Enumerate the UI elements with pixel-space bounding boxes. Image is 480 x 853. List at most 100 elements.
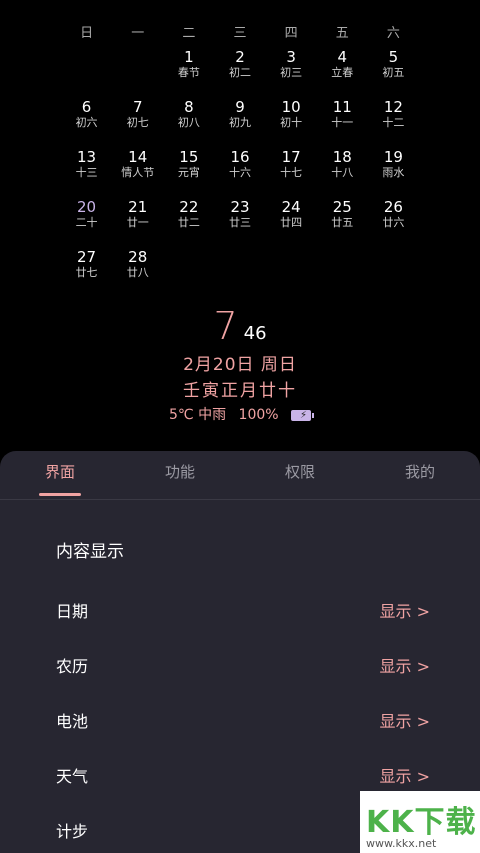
lunar-day: 十三 [75, 166, 98, 179]
weekday-label: 五 [335, 26, 349, 41]
setting-label: 日期 [56, 602, 89, 621]
calendar-day[interactable]: 14 情人节 [112, 148, 163, 198]
calendar-day[interactable]: 23 廿三 [214, 198, 265, 248]
calendar-day[interactable]: 2 初二 [214, 48, 265, 98]
calendar-day[interactable]: 7 初七 [112, 98, 163, 148]
setting-value[interactable]: 显示 > [380, 763, 431, 787]
lunar-day: 初八 [177, 116, 200, 129]
day-number: 1 [184, 48, 194, 66]
day-number: 22 [179, 198, 199, 216]
lunar-day: 廿八 [126, 266, 149, 279]
lunar-day: 初九 [228, 116, 251, 129]
calendar-day[interactable]: 10 初十 [266, 98, 317, 148]
lunar-day: 廿五 [331, 216, 354, 229]
lunar-day: 元宵 [177, 166, 200, 179]
day-number: 9 [235, 98, 245, 116]
clock-hour: 7 [213, 304, 238, 348]
lunar-day: 二十 [75, 216, 98, 229]
lunar-day: 初五 [382, 66, 405, 79]
setting-row-date[interactable]: 日期 显示 > [56, 595, 430, 625]
calendar-day[interactable]: 9 初九 [214, 98, 265, 148]
calendar-day[interactable]: 15 元宵 [163, 148, 214, 198]
weekday-label: 日 [80, 26, 94, 41]
setting-label: 计步 [56, 822, 89, 841]
tab-permissions[interactable]: 权限 [240, 451, 360, 499]
day-number: 2 [235, 48, 245, 66]
watermark: KK下载 www.kkx.net [360, 791, 480, 853]
lunar-day: 初十 [280, 116, 303, 129]
calendar-day[interactable]: 24 廿四 [266, 198, 317, 248]
day-number: 18 [332, 148, 352, 166]
calendar-day[interactable]: 11 十一 [317, 98, 368, 148]
calendar-day[interactable]: 21 廿一 [112, 198, 163, 248]
watermark-url: www.kkx.net [366, 837, 437, 850]
date-line: 2月20日 周日 [183, 355, 297, 375]
lunar-day: 十八 [331, 166, 354, 179]
calendar-day[interactable]: 19 雨水 [368, 148, 419, 198]
day-number: 13 [77, 148, 97, 166]
calendar-day[interactable]: 27 廿七 [61, 248, 112, 298]
calendar-day[interactable]: 28 廿八 [112, 248, 163, 298]
weekday-label: 三 [233, 26, 247, 41]
day-number: 17 [281, 148, 301, 166]
calendar-day[interactable]: 5 初五 [368, 48, 419, 98]
calendar-grid: 1 春节 2 初二 3 初三 4 立春 5 初五 6 初六 7 初七 8 初八 9 初九 10 初十 11 十一 12 十二 1… [0, 48, 480, 298]
calendar-day[interactable]: 25 廿五 [317, 198, 368, 248]
day-number: 7 [132, 98, 143, 116]
lunar-day: 廿六 [382, 216, 405, 229]
calendar-day[interactable]: 8 初八 [163, 98, 214, 148]
clock-minute: 46 [243, 323, 267, 344]
calendar-day[interactable]: 12 十二 [368, 98, 419, 148]
calendar-day[interactable]: 16 十六 [214, 148, 265, 198]
battery-charging-icon: ⚡ [291, 409, 315, 421]
day-number: 10 [281, 98, 301, 116]
status-line: 5℃ 中雨 100% ⚡ [0, 404, 480, 424]
tab-bar: 界面 功能 权限 我的 [0, 451, 480, 500]
calendar-day[interactable]: 6 初六 [61, 98, 112, 148]
setting-value[interactable]: 显示 > [380, 598, 431, 622]
day-number: 28 [128, 248, 148, 266]
day-number: 8 [184, 98, 194, 116]
weather-text: 5℃ 中雨 [168, 407, 227, 423]
setting-row-weather[interactable]: 天气 显示 > [56, 760, 430, 790]
day-number: 26 [383, 198, 403, 216]
day-number: 25 [332, 198, 352, 216]
calendar-day[interactable]: 4 立春 [317, 48, 368, 98]
calendar-day[interactable]: 13 十三 [61, 148, 112, 198]
weekday-label: 四 [284, 26, 298, 41]
calendar-day[interactable]: 18 十八 [317, 148, 368, 198]
calendar-day[interactable]: 1 春节 [163, 48, 214, 98]
calendar-day[interactable]: 17 十七 [266, 148, 317, 198]
day-number: 27 [77, 248, 97, 266]
tab-features[interactable]: 功能 [120, 451, 240, 499]
day-number: 23 [230, 198, 250, 216]
lunar-day: 初六 [75, 116, 98, 129]
setting-value[interactable]: 显示 > [380, 708, 431, 732]
day-number: 5 [388, 48, 399, 66]
lunar-day: 廿三 [228, 216, 251, 229]
lunar-day: 初二 [228, 66, 251, 79]
tab-mine[interactable]: 我的 [360, 451, 480, 499]
setting-value[interactable]: 显示 > [380, 653, 431, 677]
weekday-label: 二 [182, 26, 196, 41]
day-number: 16 [230, 148, 250, 166]
day-number: 12 [383, 98, 403, 116]
calendar-day[interactable]: 22 廿二 [163, 198, 214, 248]
lunar-day: 立春 [331, 66, 354, 79]
day-number: 14 [128, 148, 148, 166]
lunar-day: 廿四 [280, 216, 303, 229]
setting-label: 电池 [56, 712, 89, 731]
calendar-day-today[interactable]: 20 二十 [61, 198, 112, 248]
battery-text: 100% [238, 407, 279, 423]
setting-row-lunar[interactable]: 农历 显示 > [56, 650, 430, 680]
weekday-label: 一 [131, 26, 145, 41]
setting-row-battery[interactable]: 电池 显示 > [56, 705, 430, 735]
lunar-day: 廿二 [177, 216, 200, 229]
tab-interface[interactable]: 界面 [0, 451, 120, 499]
calendar-day[interactable]: 26 廿六 [368, 198, 419, 248]
calendar-day[interactable]: 3 初三 [266, 48, 317, 98]
lunar-day: 十一 [331, 116, 354, 129]
lunar-day: 雨水 [382, 166, 405, 179]
clock: 7 46 [0, 304, 480, 348]
day-number: 3 [286, 48, 296, 66]
